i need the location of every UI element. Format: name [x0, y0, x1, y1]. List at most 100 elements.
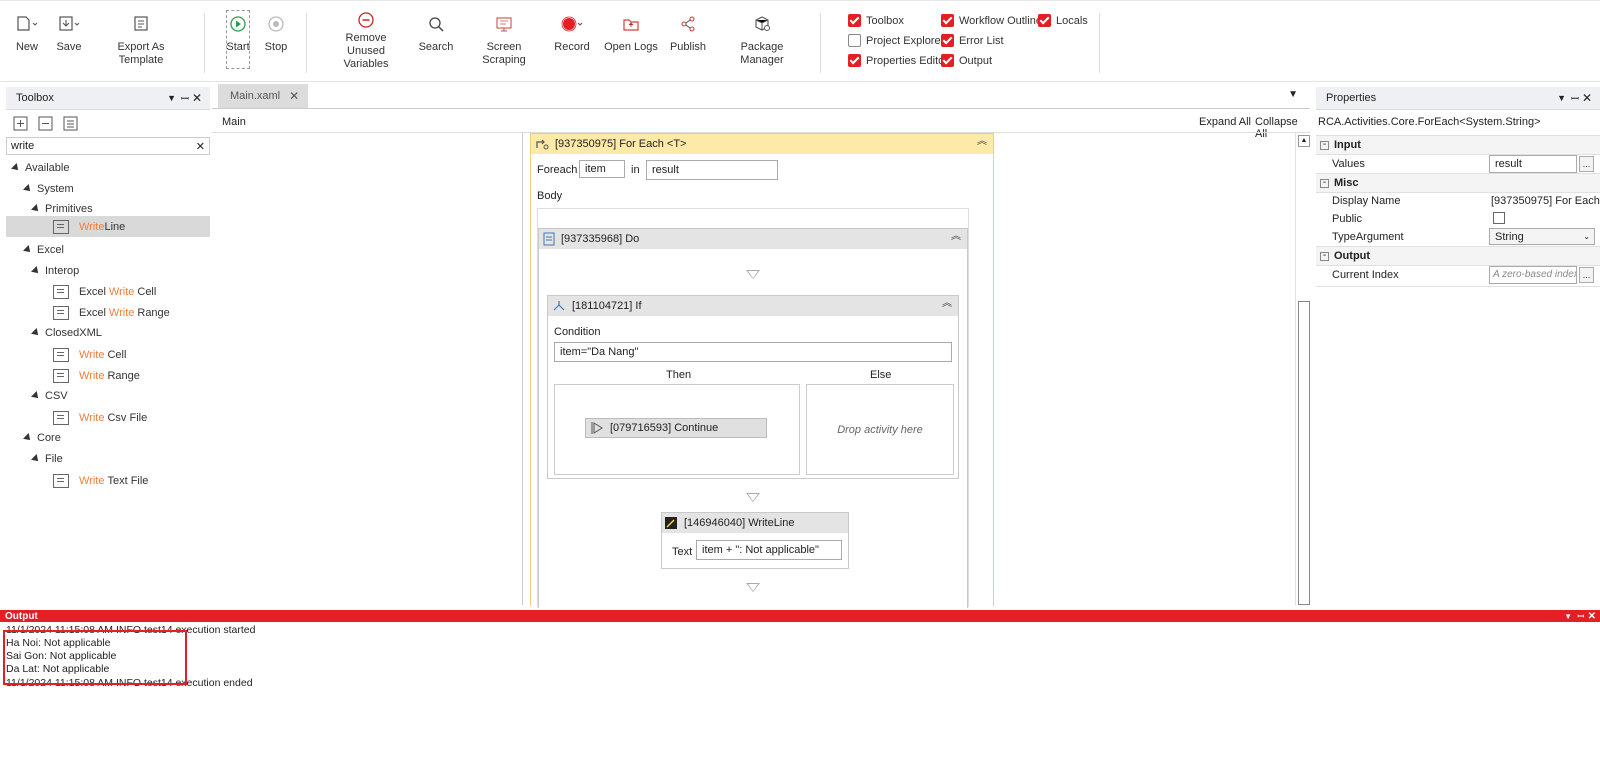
condition-input[interactable]: item="Da Nang"	[554, 342, 952, 362]
foreach-header[interactable]: [937350975] For Each <T> ︽	[531, 134, 993, 154]
do-header[interactable]: [937335968] Do ︽	[539, 229, 967, 249]
toggle-error-list[interactable]: Error List	[941, 34, 1004, 47]
collapse-icon[interactable]: ︽	[942, 299, 952, 310]
toolbox-search[interactable]: write ✕	[6, 137, 210, 155]
screen-scraping-button[interactable]: Screen Scraping	[466, 11, 542, 71]
close-icon[interactable]: ✕	[1588, 611, 1596, 622]
checkbox[interactable]	[848, 14, 861, 27]
toggle-toolbox[interactable]: Toolbox	[848, 14, 904, 27]
expand-arrow-icon[interactable]	[23, 245, 33, 255]
start-button[interactable]: Start	[226, 10, 250, 69]
foreach-activity[interactable]: [937350975] For Each <T> ︽ Foreach item …	[530, 133, 994, 608]
close-icon[interactable]: ✕	[1582, 91, 1592, 105]
tree-node-interop[interactable]: Interop	[31, 265, 79, 277]
values-input[interactable]: result	[1489, 155, 1577, 173]
tree-node-primitives[interactable]: Primitives	[31, 203, 93, 215]
tab-main-xaml[interactable]: Main.xaml ✕	[218, 84, 308, 108]
then-branch[interactable]: [079716593] Continue	[554, 384, 800, 475]
toolbox-item-write-range[interactable]: Write Range	[53, 369, 140, 383]
package-manager-button[interactable]: Package Manager	[720, 11, 804, 71]
expand-arrow-icon[interactable]	[23, 433, 33, 443]
expand-all-icon[interactable]	[13, 116, 28, 131]
tree-node-excel[interactable]: Excel	[23, 244, 64, 256]
do-activity[interactable]: [937335968] Do ︽ [181104721] If ︽ Condit…	[538, 228, 968, 608]
writeline-activity[interactable]: [146946040] WriteLine Text item + ": Not…	[661, 512, 849, 569]
pin-icon[interactable]: ꟷ	[1571, 91, 1579, 105]
expand-arrow-icon[interactable]	[31, 328, 41, 338]
dropdown-icon[interactable]: ▼	[1557, 93, 1566, 103]
pin-icon[interactable]: ꟷ	[1577, 611, 1584, 622]
collapse-group-icon[interactable]: -	[1320, 139, 1329, 150]
vertical-scrollbar[interactable]: ▲	[1295, 133, 1310, 605]
group-misc[interactable]: - Misc	[1316, 173, 1600, 193]
current-index-ellipsis-button[interactable]: ...	[1579, 267, 1594, 283]
scroll-up-icon[interactable]: ▲	[1298, 135, 1310, 147]
foreach-item-input[interactable]: item	[579, 160, 625, 178]
pin-icon[interactable]: ꟷ	[181, 91, 189, 105]
new-button[interactable]: New	[12, 11, 42, 71]
checkbox[interactable]	[941, 34, 954, 47]
type-argument-select[interactable]: String ⌄	[1489, 228, 1595, 245]
checkbox[interactable]	[848, 54, 861, 67]
collapse-icon[interactable]: ︽	[951, 232, 961, 243]
collapse-group-icon[interactable]: -	[1320, 177, 1329, 188]
tree-node-available[interactable]: Available	[11, 162, 69, 174]
expand-arrow-icon[interactable]	[31, 204, 41, 214]
close-icon[interactable]: ✕	[192, 91, 202, 105]
toolbox-item-excel-write-cell[interactable]: Excel Write Cell	[53, 285, 156, 299]
writeline-text-input[interactable]: item + ": Not applicable"	[696, 540, 842, 560]
collapse-group-icon[interactable]: -	[1320, 250, 1329, 261]
scrollbar-thumb[interactable]	[1298, 301, 1310, 605]
dropdown-icon[interactable]: ▼	[167, 93, 176, 103]
publish-button[interactable]: Publish	[668, 11, 708, 71]
checkbox[interactable]	[848, 34, 861, 47]
tree-node-file[interactable]: File	[31, 453, 63, 465]
continue-activity[interactable]: [079716593] Continue	[585, 418, 767, 438]
search-button[interactable]: Search	[418, 11, 454, 71]
toolbox-search-input[interactable]: write	[11, 140, 34, 152]
tree-node-closedxml[interactable]: ClosedXML	[31, 327, 102, 339]
foreach-collection-input[interactable]: result	[646, 160, 778, 180]
tree-node-csv[interactable]: CSV	[31, 390, 68, 402]
tree-node-system[interactable]: System	[23, 183, 74, 195]
tab-overflow-icon[interactable]: ▼	[1288, 89, 1298, 100]
values-ellipsis-button[interactable]: ...	[1579, 156, 1594, 172]
toggle-workflow-outline[interactable]: Workflow Outline	[941, 14, 1042, 27]
collapse-all-icon[interactable]	[38, 116, 53, 131]
toolbox-item-excel-write-range[interactable]: Excel Write Range	[53, 306, 170, 320]
remove-unused-variables-button[interactable]: Remove Unused Variables	[326, 11, 406, 71]
expand-arrow-icon[interactable]	[31, 391, 41, 401]
toggle-properties-editor[interactable]: Properties Editor	[848, 54, 948, 67]
record-button[interactable]: Record	[554, 11, 590, 71]
clear-search-icon[interactable]: ✕	[196, 140, 205, 153]
toggle-project-explorer[interactable]: Project Explorer	[848, 34, 944, 47]
save-button[interactable]: Save	[54, 11, 84, 71]
toolbox-item-writeline[interactable]: Write Line	[53, 220, 125, 234]
collapse-icon[interactable]: ︽	[977, 137, 987, 148]
dropdown-icon[interactable]: ▼	[1564, 612, 1572, 621]
else-drop-zone[interactable]: Drop activity here	[806, 384, 954, 475]
if-activity[interactable]: [181104721] If ︽ Condition item="Da Nang…	[547, 295, 959, 479]
display-name-input[interactable]: [937350975] For Each <	[1491, 192, 1600, 210]
list-view-icon[interactable]	[63, 116, 78, 131]
stop-button[interactable]: Stop	[264, 11, 288, 71]
open-logs-button[interactable]: Open Logs	[604, 11, 658, 71]
writeline-header[interactable]: [146946040] WriteLine	[662, 513, 848, 533]
public-checkbox[interactable]	[1493, 212, 1505, 224]
chevron-down-icon[interactable]: ⌄	[1583, 232, 1590, 241]
expand-arrow-icon[interactable]	[23, 184, 33, 194]
toolbox-item-write-csv-file[interactable]: Write Csv File	[53, 411, 147, 425]
expand-arrow-icon[interactable]	[11, 163, 21, 173]
toolbox-item-write-text-file[interactable]: Write Text File	[53, 474, 148, 488]
checkbox[interactable]	[941, 54, 954, 67]
toggle-output[interactable]: Output	[941, 54, 992, 67]
breadcrumb[interactable]: Main	[222, 116, 246, 128]
group-output[interactable]: - Output	[1316, 246, 1600, 266]
checkbox[interactable]	[941, 14, 954, 27]
tree-node-core[interactable]: Core	[23, 432, 61, 444]
group-input[interactable]: - Input	[1316, 135, 1600, 155]
checkbox[interactable]	[1038, 14, 1051, 27]
export-template-button[interactable]: Export As Template	[96, 11, 186, 71]
current-index-input[interactable]: A zero-based index	[1489, 266, 1577, 284]
toolbox-item-write-cell[interactable]: Write Cell	[53, 348, 126, 362]
